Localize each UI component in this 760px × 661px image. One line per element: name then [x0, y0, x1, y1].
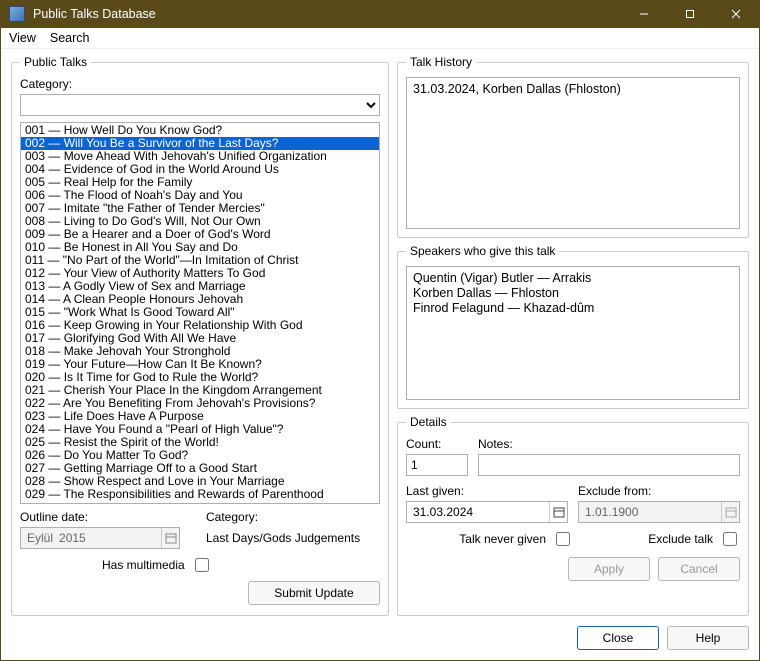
has-multimedia-checkbox[interactable] — [195, 558, 209, 572]
close-button[interactable]: Close — [577, 626, 659, 650]
public-talks-group: Public Talks Category: 001 — How Well Do… — [11, 55, 389, 616]
talk-item[interactable]: 026 — Do You Matter To God? — [21, 449, 379, 462]
menubar: View Search — [1, 28, 759, 49]
notes-label: Notes: — [478, 437, 740, 451]
talk-item[interactable]: 002 — Will You Be a Survivor of the Last… — [21, 137, 379, 150]
calendar-icon[interactable] — [721, 502, 739, 522]
exclude-from-value: 1.01.1900 — [579, 505, 644, 519]
talk-history-group: Talk History 31.03.2024, Korben Dallas (… — [397, 55, 749, 238]
count-input[interactable] — [406, 454, 468, 476]
speaker-entry[interactable]: Finrod Felagund — Khazad-dûm — [413, 301, 733, 316]
talk-item[interactable]: 012 — Your View of Authority Matters To … — [21, 267, 379, 280]
talk-item[interactable]: 020 — Is It Time for God to Rule the Wor… — [21, 371, 379, 384]
apply-button[interactable]: Apply — [568, 557, 650, 581]
details-legend: Details — [406, 415, 451, 429]
minimize-button[interactable] — [621, 1, 667, 28]
maximize-button[interactable] — [667, 1, 713, 28]
talk-item[interactable]: 007 — Imitate "the Father of Tender Merc… — [21, 202, 379, 215]
talk-history-legend: Talk History — [406, 55, 476, 69]
category-combo[interactable] — [20, 94, 380, 116]
talk-item[interactable]: 018 — Make Jehovah Your Stronghold — [21, 345, 379, 358]
has-multimedia-label: Has multimedia — [102, 558, 185, 572]
talk-item[interactable]: 024 — Have You Found a "Pearl of High Va… — [21, 423, 379, 436]
talk-item[interactable]: 028 — Show Respect and Love in Your Marr… — [21, 475, 379, 488]
talk-item[interactable]: 009 — Be a Hearer and a Doer of God's Wo… — [21, 228, 379, 241]
talk-item[interactable]: 008 — Living to Do God's Will, Not Our O… — [21, 215, 379, 228]
talk-item[interactable]: 017 — Glorifying God With All We Have — [21, 332, 379, 345]
outline-date-picker[interactable]: Eylül 2015 — [20, 527, 180, 549]
sub-category-label: Category: — [206, 510, 380, 524]
speaker-entry[interactable]: Quentin (Vigar) Butler — Arrakis — [413, 271, 733, 286]
talk-item[interactable]: 003 — Move Ahead With Jehovah's Unified … — [21, 150, 379, 163]
talk-item[interactable]: 016 — Keep Growing in Your Relationship … — [21, 319, 379, 332]
talk-item[interactable]: 004 — Evidence of God in the World Aroun… — [21, 163, 379, 176]
category-label: Category: — [20, 77, 380, 91]
outline-year: 2015 — [59, 531, 92, 545]
talk-item[interactable]: 019 — Your Future—How Can It Be Known? — [21, 358, 379, 371]
last-given-value: 31.03.2024 — [407, 505, 479, 519]
public-talks-legend: Public Talks — [20, 55, 91, 69]
last-given-label: Last given: — [406, 484, 568, 498]
close-window-button[interactable] — [713, 1, 759, 28]
history-entry[interactable]: 31.03.2024, Korben Dallas (Fhloston) — [413, 82, 733, 96]
right-column: Talk History 31.03.2024, Korben Dallas (… — [397, 55, 749, 616]
speakers-list[interactable]: Quentin (Vigar) Butler — ArrakisKorben D… — [406, 266, 740, 400]
talk-item[interactable]: 011 — "No Part of the World"—In Imitatio… — [21, 254, 379, 267]
talk-item[interactable]: 005 — Real Help for the Family — [21, 176, 379, 189]
talk-item[interactable]: 001 — How Well Do You Know God? — [21, 124, 379, 137]
talk-history-list[interactable]: 31.03.2024, Korben Dallas (Fhloston) — [406, 77, 740, 229]
talks-listbox[interactable]: 001 — How Well Do You Know God?002 — Wil… — [20, 122, 380, 504]
outline-date-label: Outline date: — [20, 510, 188, 524]
speakers-group: Speakers who give this talk Quentin (Vig… — [397, 244, 749, 409]
exclude-talk-checkbox[interactable] — [723, 532, 737, 546]
talk-item[interactable]: 029 — The Responsibilities and Rewards o… — [21, 488, 379, 501]
outline-month: Eylül — [21, 531, 59, 545]
talk-item[interactable]: 025 — Resist the Spirit of the World! — [21, 436, 379, 449]
calendar-icon[interactable] — [161, 528, 179, 548]
titlebar: Public Talks Database — [1, 1, 759, 28]
calendar-icon[interactable] — [549, 502, 567, 522]
app-icon — [9, 6, 25, 22]
menu-search[interactable]: Search — [50, 31, 90, 45]
exclude-from-label: Exclude from: — [578, 484, 740, 498]
exclude-from-picker[interactable]: 1.01.1900 — [578, 501, 740, 523]
sub-category-value: Last Days/Gods Judgements — [206, 527, 380, 545]
submit-update-button[interactable]: Submit Update — [248, 581, 380, 605]
talk-item[interactable]: 015 — "Work What Is Good Toward All" — [21, 306, 379, 319]
talk-item[interactable]: 027 — Getting Marriage Off to a Good Sta… — [21, 462, 379, 475]
count-label: Count: — [406, 437, 468, 451]
menu-view[interactable]: View — [9, 31, 36, 45]
left-column: Public Talks Category: 001 — How Well Do… — [11, 55, 389, 616]
help-button[interactable]: Help — [667, 626, 749, 650]
talk-item[interactable]: 022 — Are You Benefiting From Jehovah's … — [21, 397, 379, 410]
talk-item[interactable]: 014 — A Clean People Honours Jehovah — [21, 293, 379, 306]
talk-item[interactable]: 023 — Life Does Have A Purpose — [21, 410, 379, 423]
window-controls — [621, 1, 759, 28]
app-window: Public Talks Database View Search Public… — [0, 0, 760, 661]
talk-item[interactable]: 006 — The Flood of Noah's Day and You — [21, 189, 379, 202]
talk-item[interactable]: 021 — Cherish Your Place In the Kingdom … — [21, 384, 379, 397]
window-title: Public Talks Database — [33, 7, 621, 21]
details-group: Details Count: Notes: Last given: — [397, 415, 749, 616]
exclude-talk-label: Exclude talk — [648, 532, 713, 546]
talk-item[interactable]: 010 — Be Honest in All You Say and Do — [21, 241, 379, 254]
talk-never-given-label: Talk never given — [459, 532, 546, 546]
footer: Close Help — [1, 624, 759, 660]
cancel-button[interactable]: Cancel — [658, 557, 740, 581]
content: Public Talks Category: 001 — How Well Do… — [1, 49, 759, 624]
notes-input[interactable] — [478, 454, 740, 476]
speaker-entry[interactable]: Korben Dallas — Fhloston — [413, 286, 733, 301]
last-given-picker[interactable]: 31.03.2024 — [406, 501, 568, 523]
talk-never-given-checkbox[interactable] — [556, 532, 570, 546]
talk-item[interactable]: 013 — A Godly View of Sex and Marriage — [21, 280, 379, 293]
speakers-legend: Speakers who give this talk — [406, 244, 559, 258]
